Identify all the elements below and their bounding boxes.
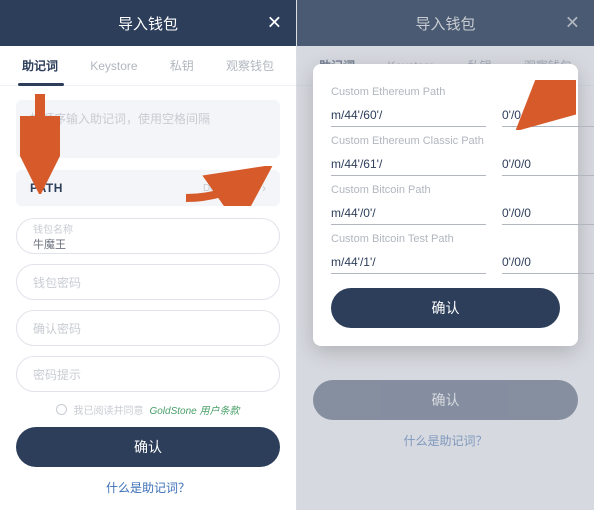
confirm-password-field[interactable]: 确认密码: [16, 310, 280, 346]
path-group-label: Custom Bitcoin Test Path: [331, 233, 560, 245]
path-label: PATH: [30, 181, 63, 195]
path-suffix-input[interactable]: [502, 153, 594, 176]
form-body: 按顺序输入助记词，使用空格间隔 PATH Default Path › 钱包名称…: [0, 86, 296, 510]
agree-radio-icon[interactable]: [56, 404, 67, 415]
tabs: 助记词 Keystore 私钥 观察钱包: [0, 46, 296, 86]
tab-mnemonic[interactable]: 助记词: [18, 57, 62, 74]
tab-keystore[interactable]: Keystore: [86, 59, 141, 73]
path-suffix-input[interactable]: [502, 104, 594, 127]
agree-text: 我已阅读并同意: [73, 402, 143, 417]
custom-path-modal: Custom Ethereum Path Custom Ethereum Cla…: [313, 64, 578, 346]
header: 导入钱包 ✕: [297, 0, 594, 46]
screen-path-modal: 导入钱包 ✕ 助记词 Keystore 私钥 观察钱包 确认 什么是助记词？ C…: [297, 0, 594, 510]
path-prefix-input[interactable]: [331, 104, 486, 127]
path-prefix-input[interactable]: [331, 202, 486, 225]
path-selector[interactable]: PATH Default Path ›: [16, 170, 280, 206]
path-default-value: Default Path ›: [203, 181, 266, 195]
wallet-name-value: 牛魔王: [33, 236, 263, 252]
agree-terms-row[interactable]: 我已阅读并同意 GoldStone 用户条款: [16, 402, 280, 417]
password-hint-field[interactable]: 密码提示: [16, 356, 280, 392]
path-prefix-input[interactable]: [331, 153, 486, 176]
confirm-password-label: 确认密码: [33, 320, 263, 337]
confirm-button[interactable]: 确认: [16, 427, 280, 467]
modal-confirm-button[interactable]: 确认: [331, 288, 560, 328]
wallet-password-field[interactable]: 钱包密码: [16, 264, 280, 300]
path-prefix-input[interactable]: [331, 251, 486, 274]
mnemonic-input[interactable]: 按顺序输入助记词，使用空格间隔: [16, 100, 280, 158]
close-icon[interactable]: ✕: [565, 13, 580, 34]
path-group-label: Custom Bitcoin Path: [331, 184, 560, 196]
help-mnemonic-link[interactable]: 什么是助记词？: [16, 479, 280, 502]
tab-watch-wallet[interactable]: 观察钱包: [222, 57, 278, 74]
path-suffix-input[interactable]: [502, 251, 594, 274]
password-hint-label: 密码提示: [33, 366, 263, 383]
path-group: Custom Ethereum Classic Path: [331, 135, 560, 176]
header-title: 导入钱包: [118, 13, 178, 34]
path-group: Custom Bitcoin Path: [331, 184, 560, 225]
path-group-label: Custom Ethereum Path: [331, 86, 560, 98]
path-group: Custom Ethereum Path: [331, 86, 560, 127]
wallet-name-label: 钱包名称: [33, 221, 263, 236]
tab-private-key[interactable]: 私钥: [166, 57, 198, 74]
path-group: Custom Bitcoin Test Path: [331, 233, 560, 274]
path-group-label: Custom Ethereum Classic Path: [331, 135, 560, 147]
header-title: 导入钱包: [415, 13, 475, 34]
terms-link[interactable]: GoldStone 用户条款: [149, 402, 239, 417]
wallet-name-field[interactable]: 钱包名称 牛魔王: [16, 218, 280, 254]
screen-import-main: 导入钱包 ✕ 助记词 Keystore 私钥 观察钱包 按顺序输入助记词，使用空…: [0, 0, 297, 510]
header: 导入钱包 ✕: [0, 0, 296, 46]
mnemonic-placeholder: 按顺序输入助记词，使用空格间隔: [30, 112, 210, 126]
close-icon[interactable]: ✕: [267, 13, 282, 34]
chevron-right-icon: ›: [262, 181, 266, 195]
wallet-password-label: 钱包密码: [33, 274, 263, 291]
path-suffix-input[interactable]: [502, 202, 594, 225]
